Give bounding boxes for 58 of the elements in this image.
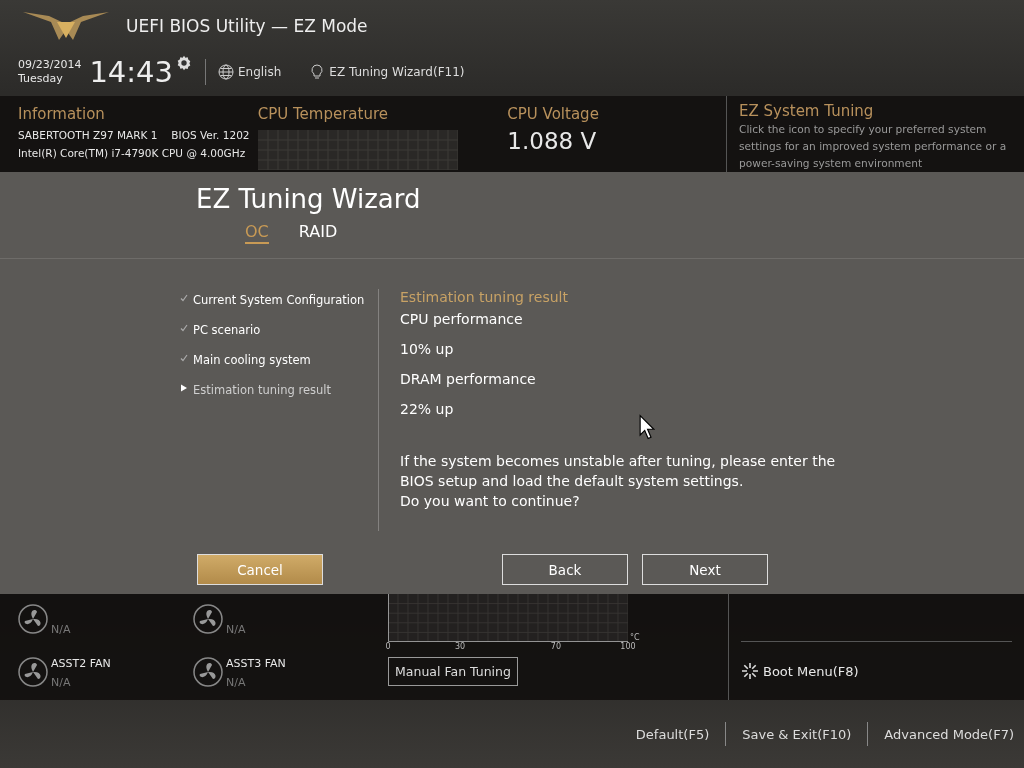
cpu-temperature-heading: CPU Temperature [257,104,389,124]
checkmark-icon [180,354,188,362]
fan-icon [193,604,223,634]
axis-tick-label: 70 [550,642,561,651]
fan-reading: N/A [51,623,71,636]
clock-time: 14:43 [89,55,173,89]
fan-reading: N/A [226,676,247,689]
result-text: DRAM performance [400,371,536,389]
asterisk-icon [741,662,759,680]
footer-button[interactable]: Advanced Mode(F7) [884,726,1014,742]
settings-icon[interactable] [175,54,193,72]
step-label: PC scenario [193,323,261,337]
dialog-button[interactable]: Back [502,554,628,585]
fan-icon [193,657,223,687]
globe-icon [218,64,234,80]
boot-menu-button[interactable]: Boot Menu(F8) [741,662,1012,680]
mouse-cursor-icon [639,414,655,440]
fan-icon [18,604,48,634]
date-text: 09/23/2014 [18,58,82,72]
dialog-button[interactable]: Next [642,554,768,585]
wizard-tab[interactable]: RAID [298,222,338,244]
axis-tick-label: 0 [385,642,391,651]
step-label: Main cooling system [193,353,311,367]
axis-tick-label: 100 [620,642,636,651]
ez-system-tuning-description: Click the icon to specify your preferred system settings for an improved system performance or a power-saving system environment [739,122,1008,171]
result-text: CPU performance [400,311,523,329]
result-text: 10% up [400,341,454,359]
pointer-icon [180,384,188,392]
footer-button[interactable]: Save & Exit(F10) [742,726,852,742]
board-name: SABERTOOTH Z97 MARK 1 [18,129,158,141]
cpu-voltage-heading: CPU Voltage [507,104,600,124]
day-text: Tuesday [18,72,64,86]
tuning-wizard-button[interactable]: EZ Tuning Wizard(F11) [309,64,465,80]
cpu-voltage-value: 1.088 V [507,128,598,154]
checkmark-icon [180,294,188,302]
app-title: UEFI BIOS Utility — EZ Mode [126,16,368,36]
step-label: Current System Configuration [193,293,365,307]
step-label: Estimation tuning result [193,383,331,397]
fan-reading: N/A [226,623,246,636]
warning-message: If the system becomes unstable after tuning, please enter the BIOS setup and load the default system settings. Do you want to continue? [400,452,836,511]
manual-fan-tuning-button[interactable]: Manual Fan Tuning [388,657,518,686]
dialog-title: EZ Tuning Wizard [196,184,422,214]
footer-button[interactable]: Default(F5) [635,726,710,742]
information-heading: Information [18,104,106,124]
fan-name: ASST2 FAN [51,657,111,671]
ez-system-tuning-heading: EZ System Tuning [739,101,875,121]
checkmark-icon [180,324,188,332]
bios-version: BIOS Ver. 1202 [171,129,250,141]
result-text: 22% up [400,401,454,419]
fan-icon [18,657,48,687]
result-heading: Estimation tuning result [400,289,568,307]
language-button[interactable]: English [218,64,282,80]
cpu-name: Intel(R) Core(TM) i7-4790K CPU @ 4.00GHz [18,147,247,159]
axis-unit: °C [630,633,640,642]
axis-tick-label: 30 [454,642,466,651]
fan-name: ASST3 FAN [226,657,286,671]
fan-reading: N/A [51,676,72,689]
lightbulb-icon [309,64,326,80]
